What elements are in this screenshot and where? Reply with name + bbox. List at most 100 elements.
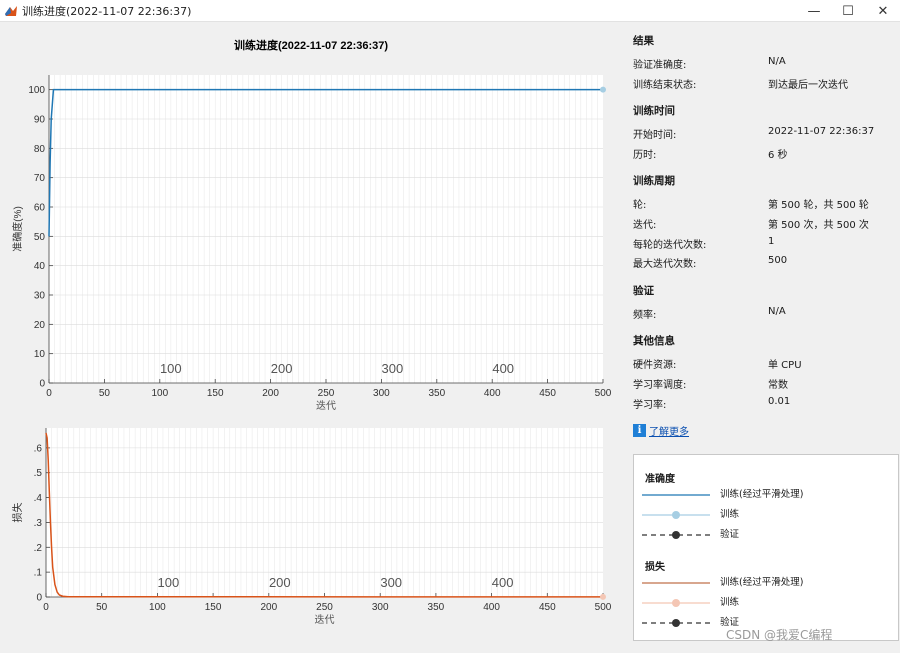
y-tick-label: 90: [34, 115, 46, 126]
x-tick-label: 0: [43, 602, 49, 613]
x-tick-label: 200: [262, 388, 279, 399]
end-state-value: 到达最后一次迭代: [768, 79, 848, 91]
val-acc-value: N/A: [768, 56, 786, 67]
y-axis-label: 损失: [11, 503, 24, 523]
window-title: 训练进度(2022-11-07 22:36:37): [22, 4, 192, 18]
x-tick-label: 0: [46, 388, 52, 399]
accuracy-chart[interactable]: 0 50 100 150 200 250 300 350 400 450 500 0 10 20 30 40 5…: [11, 75, 612, 412]
x-tick-label: 500: [595, 602, 612, 613]
legend-acc-smooth: 训练(经过平滑处理): [634, 488, 898, 502]
lr-schedule-label: 学习率调度:: [633, 379, 687, 391]
start-time-label: 开始时间:: [633, 130, 677, 142]
legend-acc-val: 验证: [634, 528, 898, 542]
epoch-label: 100: [158, 575, 180, 590]
iters-per-epoch-label: 每轮的迭代次数:: [633, 239, 707, 251]
hardware-label: 硬件资源:: [633, 360, 677, 372]
cycle-section: 训练周期 轮: 第 500 轮，共 500 轮 迭代: 第 500 次，共 500 …: [633, 173, 893, 274]
epoch-label: 400: [492, 575, 514, 590]
loss-chart[interactable]: 0 50 100 150 200 250 300 350 400 450 500 0 .1 .2 .3 .4.…: [11, 428, 612, 626]
max-iters-label: 最大迭代次数:: [633, 259, 697, 271]
section-title: 结果: [633, 35, 654, 47]
y-tick-label: .5: [34, 468, 43, 479]
learn-more-link[interactable]: 了解更多: [649, 423, 689, 438]
close-button[interactable]: ✕: [866, 0, 900, 22]
maximize-button[interactable]: ☐: [831, 0, 865, 22]
frequency-value: N/A: [768, 305, 786, 317]
lr-value: 0.01: [768, 395, 791, 407]
results-section: 结果 验证准确度: N/A 训练结束状态: 到达最后一次迭代: [633, 33, 893, 95]
other-section: 其他信息 硬件资源: 单 CPU 学习率调度: 常数 学习率: 0.01: [633, 333, 893, 415]
epoch-label: 300: [380, 575, 402, 590]
lr-schedule-value: 常数: [768, 379, 788, 391]
y-tick-label: 0: [39, 379, 45, 390]
legend-label: 训练: [720, 597, 740, 608]
section-title: 验证: [633, 284, 654, 297]
legend-label: 训练: [720, 509, 740, 520]
x-axis-label: 迭代: [316, 400, 336, 412]
y-tick-label: 40: [34, 261, 46, 272]
y-tick-label: 100: [28, 85, 45, 96]
section-title: 其他信息: [633, 335, 675, 348]
info-icon: i: [633, 424, 646, 438]
y-tick-label: .3: [34, 518, 43, 529]
epoch-value: 第 500 轮，共 500 轮: [768, 200, 869, 212]
legend-acc-train: 训练: [634, 508, 898, 522]
x-tick-label: 100: [149, 602, 166, 613]
minimize-button[interactable]: —: [797, 0, 831, 22]
epoch-label: 200: [269, 575, 291, 590]
x-tick-label: 50: [99, 388, 111, 399]
section-title: 训练周期: [633, 175, 675, 188]
minimize-icon: —: [807, 3, 821, 19]
y-tick-label: 0: [36, 593, 42, 604]
elapsed-value: 6 秒: [768, 149, 788, 161]
start-time-value: 2022-11-07 22:36:37: [768, 126, 875, 138]
y-tick-label: 60: [34, 203, 46, 214]
x-axis-label: 迭代: [315, 614, 335, 626]
iteration-value: 第 500 次，共 500 次: [768, 219, 869, 231]
x-tick-label: 450: [539, 388, 556, 399]
x-tick-label: 150: [207, 388, 224, 399]
x-tick-label: 300: [372, 602, 389, 613]
elapsed-label: 历时:: [633, 149, 657, 161]
x-tick-label: 250: [318, 388, 335, 399]
y-axis-label: 准确度(%): [11, 206, 24, 252]
matlab-app-icon: [5, 5, 17, 16]
x-tick-label: 300: [373, 388, 390, 399]
y-tick-label: 10: [34, 349, 46, 360]
legend-loss-train: 训练: [634, 596, 898, 610]
series-point-train: [600, 86, 606, 93]
val-acc-label: 验证准确度:: [633, 60, 687, 71]
section-title: 训练时间: [633, 105, 675, 118]
plot-title: 训练进度(2022-11-07 22:36:37): [234, 38, 388, 52]
y-tick-label: 20: [34, 320, 46, 331]
y-tick-label: .6: [34, 443, 43, 454]
epoch-label: 轮:: [633, 200, 647, 212]
watermark: CSDN @我爱C编程: [726, 628, 833, 642]
lr-label: 学习率:: [633, 399, 667, 411]
max-iters-value: 500: [768, 255, 788, 267]
legend-label: 验证: [720, 529, 740, 540]
x-tick-label: 400: [484, 388, 501, 399]
x-tick-label: 450: [539, 602, 556, 613]
hardware-value: 单 CPU: [768, 360, 802, 372]
x-tick-label: 400: [483, 602, 500, 613]
epoch-label: 300: [382, 361, 404, 376]
legend-label: 训练(经过平滑处理): [720, 489, 804, 500]
title-bar: 训练进度(2022-11-07 22:36:37) — ☐ ✕: [0, 0, 900, 22]
time-section: 训练时间 开始时间: 2022-11-07 22:36:37 历时: 6 秒: [633, 103, 893, 165]
learn-more[interactable]: i 了解更多: [633, 423, 893, 438]
y-tick-label: 70: [34, 173, 46, 184]
training-plots: 训练进度(2022-11-07 22:36:37) 0 50 100 150 200 25…: [11, 38, 612, 626]
legend-accuracy-title: 准确度: [645, 474, 675, 485]
epoch-label: 100: [160, 361, 182, 376]
legend-label: 训练(经过平滑处理): [720, 577, 804, 588]
x-tick-label: 250: [316, 602, 333, 613]
y-tick-label: .2: [34, 543, 43, 554]
x-tick-label: 150: [205, 602, 222, 613]
x-tick-label: 50: [96, 602, 108, 613]
y-tick-label: .4: [34, 493, 43, 504]
iters-per-epoch-value: 1: [768, 235, 775, 247]
maximize-icon: ☐: [842, 3, 854, 19]
y-tick-label: 30: [34, 291, 46, 302]
y-tick-label: 50: [34, 232, 46, 243]
